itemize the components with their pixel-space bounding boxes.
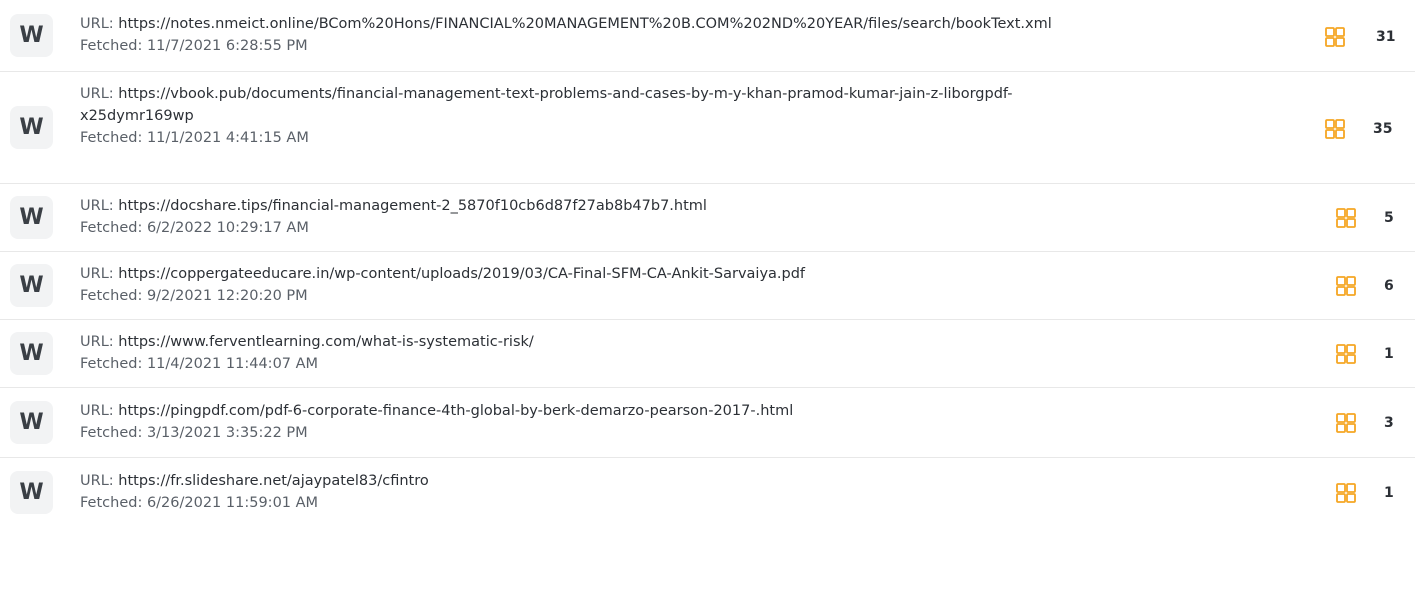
grid-icon[interactable] (1336, 483, 1356, 503)
fetched-label: Fetched: (80, 288, 143, 304)
grid-icon[interactable] (1336, 344, 1356, 364)
web-source-logo: W (10, 106, 53, 149)
source-url-line: URL: https://fr.slideshare.net/ajaypatel… (80, 470, 429, 492)
source-text: URL: https://notes.nmeict.online/BCom%20… (80, 13, 1052, 57)
source-text: URL: https://docshare.tips/financial-man… (80, 195, 707, 239)
source-row[interactable]: W URL: https://notes.nmeict.online/BCom%… (0, 0, 1415, 72)
sources-list: W URL: https://notes.nmeict.online/BCom%… (0, 0, 1421, 610)
source-text: URL: https://vbook.pub/documents/financi… (80, 83, 1012, 149)
fetched-date: 6/26/2021 11:59:01 AM (146, 495, 319, 511)
source-text: URL: https://www.ferventlearning.com/wha… (80, 331, 534, 375)
web-source-logo: W (10, 264, 53, 307)
url-label: URL: (80, 403, 114, 419)
source-url-link[interactable]: https://www.ferventlearning.com/what-is-… (118, 334, 534, 350)
match-count: 35 (1373, 121, 1393, 137)
source-url-link[interactable]: https://docshare.tips/financial-manageme… (118, 198, 707, 214)
web-source-logo: W (10, 471, 53, 514)
match-count: 1 (1384, 346, 1394, 362)
grid-icon[interactable] (1325, 27, 1345, 47)
source-text: URL: https://pingpdf.com/pdf-6-corporate… (80, 400, 793, 444)
source-url-link[interactable]: https://vbook.pub/documents/financial-ma… (118, 86, 1012, 102)
source-url-link-continued[interactable]: x25dymr169wp (80, 108, 194, 124)
fetched-line: Fetched: 11/1/2021 4:41:15 AM (80, 127, 1012, 149)
fetched-line: Fetched: 11/7/2021 6:28:55 PM (80, 35, 1052, 57)
source-url-link[interactable]: https://notes.nmeict.online/BCom%20Hons/… (118, 16, 1051, 32)
fetched-label: Fetched: (80, 220, 143, 236)
source-text: URL: https://fr.slideshare.net/ajaypatel… (80, 470, 429, 514)
grid-icon[interactable] (1325, 119, 1345, 139)
source-row[interactable]: W URL: https://fr.slideshare.net/ajaypat… (0, 458, 1415, 610)
source-url-line: URL: https://coppergateeducare.in/wp-con… (80, 263, 805, 285)
fetched-line: Fetched: 3/13/2021 3:35:22 PM (80, 422, 793, 444)
fetched-line: Fetched: 6/2/2022 10:29:17 AM (80, 217, 707, 239)
fetched-date: 11/1/2021 4:41:15 AM (146, 130, 309, 146)
source-url-link[interactable]: https://pingpdf.com/pdf-6-corporate-fina… (118, 403, 793, 419)
grid-icon[interactable] (1336, 413, 1356, 433)
web-source-logo: W (10, 14, 53, 57)
source-url-line: URL: https://www.ferventlearning.com/wha… (80, 331, 534, 353)
source-row[interactable]: W URL: https://vbook.pub/documents/finan… (0, 72, 1415, 184)
source-text: URL: https://coppergateeducare.in/wp-con… (80, 263, 805, 307)
source-url-link[interactable]: https://coppergateeducare.in/wp-content/… (118, 266, 805, 282)
source-url-line: URL: https://vbook.pub/documents/financi… (80, 83, 1012, 105)
source-url-line-2: x25dymr169wp (80, 105, 1012, 127)
fetched-line: Fetched: 11/4/2021 11:44:07 AM (80, 353, 534, 375)
web-source-logo: W (10, 401, 53, 444)
url-label: URL: (80, 266, 114, 282)
source-url-link[interactable]: https://fr.slideshare.net/ajaypatel83/cf… (118, 473, 428, 489)
fetched-line: Fetched: 6/26/2021 11:59:01 AM (80, 492, 429, 514)
source-url-line: URL: https://docshare.tips/financial-man… (80, 195, 707, 217)
source-row[interactable]: W URL: https://docshare.tips/financial-m… (0, 184, 1415, 252)
source-row[interactable]: W URL: https://pingpdf.com/pdf-6-corpora… (0, 388, 1415, 458)
source-url-line: URL: https://notes.nmeict.online/BCom%20… (80, 13, 1052, 35)
match-count: 6 (1384, 278, 1394, 294)
grid-icon[interactable] (1336, 276, 1356, 296)
fetched-label: Fetched: (80, 425, 143, 441)
web-source-logo: W (10, 196, 53, 239)
fetched-line: Fetched: 9/2/2021 12:20:20 PM (80, 285, 805, 307)
url-label: URL: (80, 198, 114, 214)
url-label: URL: (80, 86, 114, 102)
fetched-label: Fetched: (80, 38, 143, 54)
fetched-date: 9/2/2021 12:20:20 PM (146, 288, 308, 304)
source-url-line: URL: https://pingpdf.com/pdf-6-corporate… (80, 400, 793, 422)
url-label: URL: (80, 473, 114, 489)
match-count: 1 (1384, 485, 1394, 501)
source-row[interactable]: W URL: https://www.ferventlearning.com/w… (0, 320, 1415, 388)
match-count: 5 (1384, 210, 1394, 226)
fetched-date: 6/2/2022 10:29:17 AM (146, 220, 309, 236)
url-label: URL: (80, 334, 114, 350)
fetched-label: Fetched: (80, 130, 143, 146)
fetched-date: 11/7/2021 6:28:55 PM (146, 38, 308, 54)
fetched-label: Fetched: (80, 356, 143, 372)
fetched-date: 11/4/2021 11:44:07 AM (146, 356, 319, 372)
match-count: 3 (1384, 415, 1394, 431)
source-row[interactable]: W URL: https://coppergateeducare.in/wp-c… (0, 252, 1415, 320)
fetched-label: Fetched: (80, 495, 143, 511)
grid-icon[interactable] (1336, 208, 1356, 228)
url-label: URL: (80, 16, 114, 32)
match-count: 31 (1376, 29, 1396, 45)
web-source-logo: W (10, 332, 53, 375)
fetched-date: 3/13/2021 3:35:22 PM (146, 425, 308, 441)
